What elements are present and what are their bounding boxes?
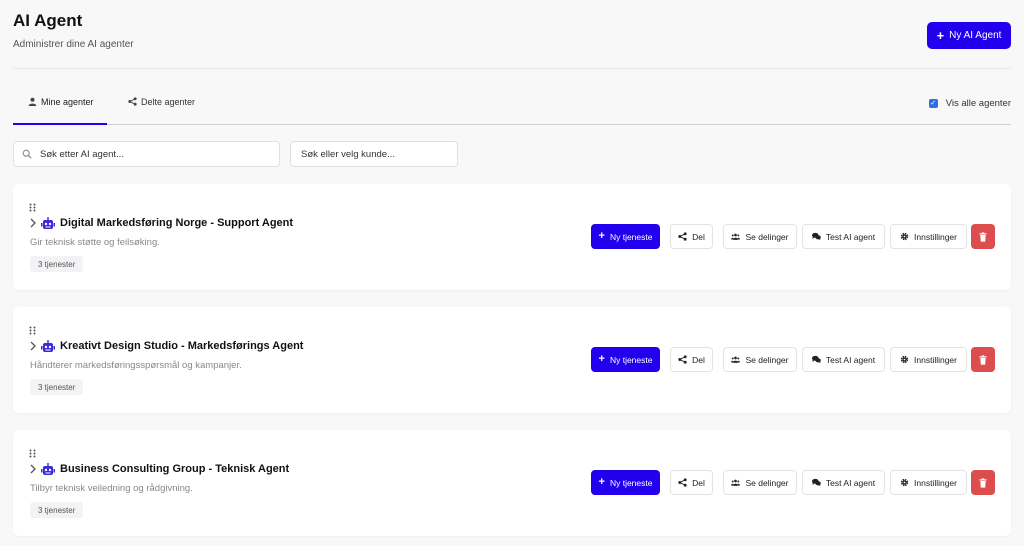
new-agent-button[interactable]: + Ny AI Agent	[927, 22, 1011, 49]
view-shares-button[interactable]: Se delinger	[723, 470, 797, 495]
customer-search-input[interactable]: Søk eller velg kunde...	[290, 141, 458, 167]
agent-description: Gir teknisk støtte og feilsøking.	[30, 237, 160, 248]
view-shares-button[interactable]: Se delinger	[723, 224, 797, 249]
new-service-label: Ny tjeneste	[609, 231, 653, 242]
share-label: Del	[692, 354, 705, 365]
plus-icon: +	[598, 476, 605, 488]
test-agent-button[interactable]: Test AI agent	[802, 224, 885, 249]
customer-search-placeholder: Søk eller velg kunde...	[301, 148, 395, 160]
chat-icon	[811, 355, 821, 364]
gear-icon	[900, 355, 909, 364]
view-shares-button[interactable]: Se delinger	[723, 347, 797, 372]
robot-icon	[41, 340, 55, 352]
agent-card: Digital Markedsføring Norge - Support Ag…	[13, 184, 1011, 290]
search-icon	[22, 149, 32, 159]
service-count-badge: 3 tjenester	[30, 256, 84, 272]
show-all-checkbox[interactable]: ✓	[928, 99, 938, 108]
agent-card: Business Consulting Group - Teknisk Agen…	[13, 430, 1011, 536]
new-service-button[interactable]: + Ny tjeneste	[591, 347, 660, 372]
drag-handle-icon[interactable]	[29, 203, 36, 212]
settings-label: Innstillinger	[914, 477, 957, 488]
test-agent-button[interactable]: Test AI agent	[802, 470, 885, 495]
view-shares-label: Se delinger	[745, 477, 789, 488]
chevron-right-icon[interactable]	[29, 464, 37, 474]
settings-button[interactable]: Innstillinger	[890, 470, 967, 495]
robot-icon	[41, 463, 55, 475]
agent-description: Tilbyr teknisk veiledning og rådgivning.	[30, 483, 193, 494]
chat-icon	[811, 232, 821, 241]
share-icon	[128, 97, 137, 106]
service-count-badge: 3 tjenester	[30, 379, 84, 395]
agent-name: Kreativt Design Studio - Markedsførings …	[60, 340, 304, 352]
users-icon	[731, 479, 741, 486]
gear-icon	[900, 478, 909, 487]
show-all-toggle[interactable]: ✓ Vis alle agenter	[928, 98, 1011, 109]
users-icon	[731, 356, 741, 363]
users-icon	[731, 233, 741, 240]
trash-icon	[979, 231, 987, 242]
chat-icon	[811, 478, 821, 487]
test-agent-label: Test AI agent	[825, 231, 876, 242]
plus-icon: +	[598, 230, 605, 242]
test-agent-label: Test AI agent	[825, 477, 876, 488]
share-icon	[678, 478, 687, 487]
test-agent-button[interactable]: Test AI agent	[802, 347, 885, 372]
agent-search-input[interactable]: Søk etter AI agent...	[13, 141, 280, 167]
gear-icon	[900, 232, 909, 241]
tab-bar: Mine agenter Delte agenter ✓ Vis alle ag…	[13, 88, 1011, 125]
header-divider	[13, 68, 1011, 69]
new-agent-label: Ny AI Agent	[949, 30, 1002, 41]
new-service-label: Ny tjeneste	[609, 477, 653, 488]
share-label: Del	[692, 231, 705, 242]
settings-label: Innstillinger	[914, 231, 957, 242]
user-icon	[28, 97, 37, 106]
agent-search-placeholder: Søk etter AI agent...	[40, 148, 124, 160]
trash-icon	[979, 354, 987, 365]
page-subtitle: Administrer dine AI agenter	[13, 39, 134, 50]
plus-icon: +	[936, 28, 945, 43]
test-agent-label: Test AI agent	[825, 354, 876, 365]
tab-shared-agents-label: Delte agenter	[141, 97, 196, 107]
drag-handle-icon[interactable]	[29, 449, 36, 458]
share-label: Del	[692, 477, 705, 488]
agent-name: Business Consulting Group - Teknisk Agen…	[60, 463, 290, 475]
agent-name: Digital Markedsføring Norge - Support Ag…	[60, 217, 294, 229]
new-service-label: Ny tjeneste	[609, 354, 653, 365]
agent-description: Håndterer markedsføringsspørsmål og kamp…	[30, 360, 242, 371]
settings-label: Innstillinger	[914, 354, 957, 365]
view-shares-label: Se delinger	[745, 231, 789, 242]
trash-icon	[979, 477, 987, 488]
chevron-right-icon[interactable]	[29, 341, 37, 351]
delete-button[interactable]	[971, 470, 995, 495]
share-button[interactable]: Del	[670, 224, 713, 249]
settings-button[interactable]: Innstillinger	[890, 347, 967, 372]
tab-shared-agents[interactable]: Delte agenter	[128, 97, 195, 125]
plus-icon: +	[598, 353, 605, 365]
chevron-right-icon[interactable]	[29, 218, 37, 228]
tab-mine-agents-label: Mine agenter	[41, 97, 94, 107]
page-title: AI Agent	[13, 11, 83, 30]
share-button[interactable]: Del	[670, 347, 713, 372]
robot-icon	[41, 217, 55, 229]
settings-button[interactable]: Innstillinger	[890, 224, 967, 249]
drag-handle-icon[interactable]	[29, 326, 36, 335]
share-icon	[678, 232, 687, 241]
delete-button[interactable]	[971, 224, 995, 249]
new-service-button[interactable]: + Ny tjeneste	[591, 224, 660, 249]
tab-mine-agents[interactable]: Mine agenter	[13, 97, 107, 125]
service-count-badge: 3 tjenester	[30, 502, 84, 518]
new-service-button[interactable]: + Ny tjeneste	[591, 470, 660, 495]
agent-card: Kreativt Design Studio - Markedsførings …	[13, 307, 1011, 413]
share-button[interactable]: Del	[670, 470, 713, 495]
view-shares-label: Se delinger	[745, 354, 789, 365]
share-icon	[678, 355, 687, 364]
delete-button[interactable]	[971, 347, 995, 372]
show-all-label: Vis alle agenter	[945, 98, 1011, 109]
